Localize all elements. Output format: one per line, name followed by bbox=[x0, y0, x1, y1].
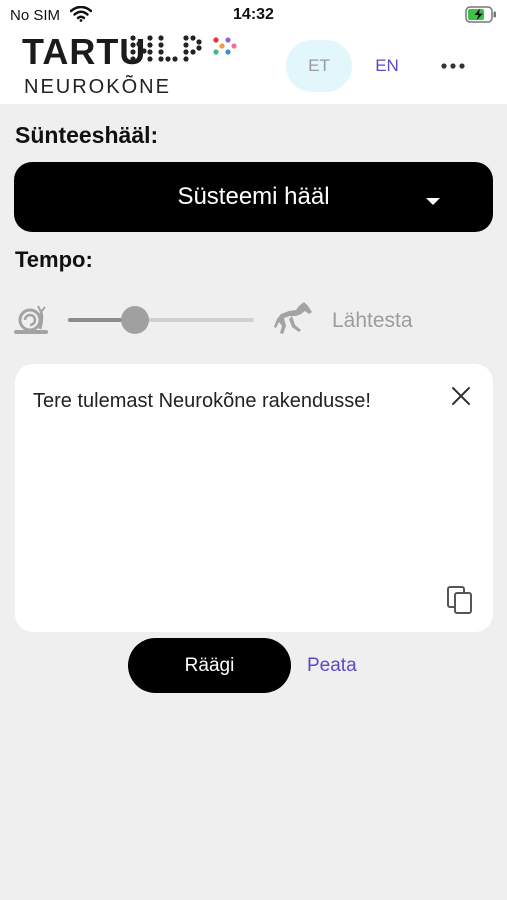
voice-label: Sünteeshääl: bbox=[15, 122, 159, 148]
more-dots-icon bbox=[441, 63, 465, 69]
more-menu-button[interactable] bbox=[436, 54, 470, 78]
speak-button[interactable]: Räägi bbox=[128, 638, 291, 693]
app-header: TARTU NEUROKÕNE ET EN bbox=[0, 30, 507, 104]
snail-icon bbox=[13, 302, 49, 341]
logo-text: TARTU bbox=[22, 31, 147, 72]
tempo-slider[interactable] bbox=[68, 306, 254, 334]
tempo-reset-button[interactable]: Lähtesta bbox=[332, 309, 413, 333]
clock: 14:32 bbox=[233, 6, 274, 23]
logo-wordmark: TARTU bbox=[22, 32, 146, 72]
copy-icon[interactable] bbox=[446, 585, 474, 620]
caret-down-icon bbox=[425, 193, 441, 211]
language-en-button[interactable]: EN bbox=[368, 40, 406, 92]
stop-button[interactable]: Peata bbox=[307, 655, 357, 677]
logo-nlp-dots bbox=[130, 34, 248, 73]
voice-dropdown[interactable]: Süsteemi hääl bbox=[14, 162, 493, 232]
language-et-button[interactable]: ET bbox=[286, 40, 352, 92]
voice-selected-value: Süsteemi hääl bbox=[177, 183, 330, 210]
tempo-label: Tempo: bbox=[15, 247, 93, 272]
battery-charging-icon bbox=[465, 6, 497, 28]
text-input[interactable]: Tere tulemast Neurokõne rakendusse! bbox=[33, 390, 453, 413]
slider-thumb[interactable] bbox=[120, 306, 149, 334]
horse-icon bbox=[274, 300, 314, 341]
status-bar: No SIM 14:32 bbox=[0, 0, 507, 30]
logo-subtitle: NEUROKÕNE bbox=[24, 76, 171, 98]
close-icon[interactable] bbox=[451, 386, 471, 411]
text-input-card[interactable]: Tere tulemast Neurokõne rakendusse! bbox=[15, 364, 493, 632]
